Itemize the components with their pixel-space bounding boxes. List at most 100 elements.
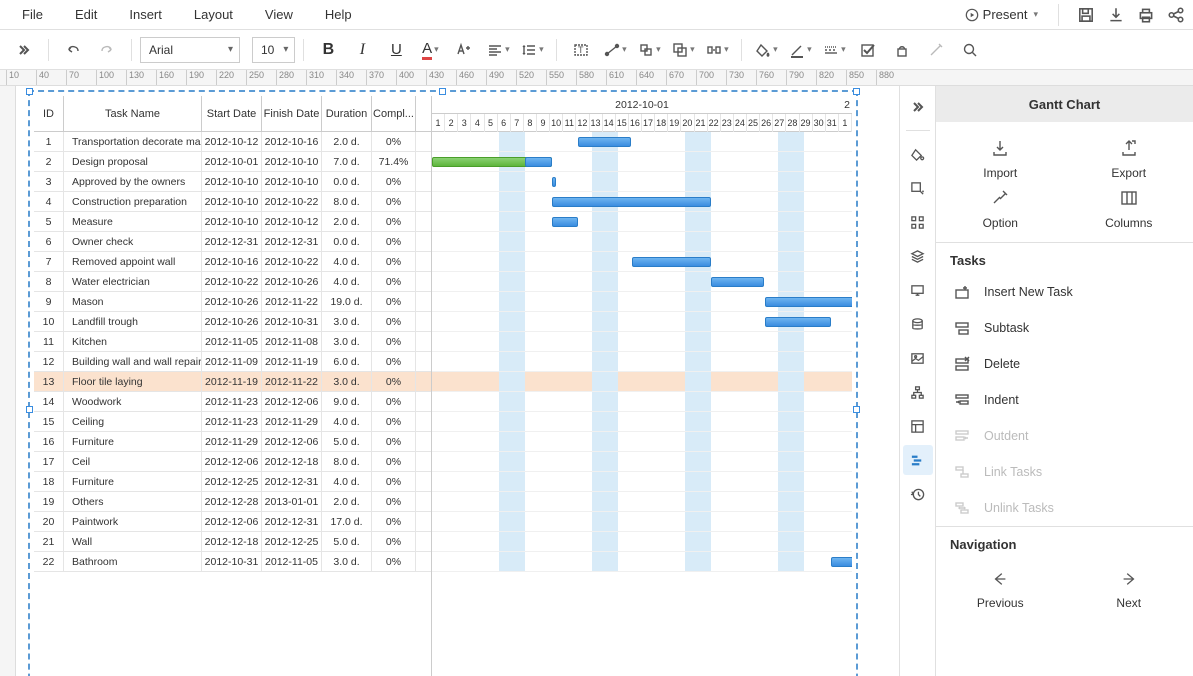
line-style-button[interactable]: ▾ <box>818 34 850 66</box>
timeline-month: 2012-10-01 2 <box>432 96 852 114</box>
apps-icon[interactable] <box>903 207 933 237</box>
subtask-button[interactable]: Subtask <box>936 310 1193 346</box>
table-row[interactable]: 15Ceiling2012-11-232012-11-294.0 d.0% <box>34 412 431 432</box>
link-tasks-button: Link Tasks <box>936 454 1193 490</box>
share-icon[interactable] <box>1167 6 1185 24</box>
connector-button[interactable]: ▾ <box>599 34 631 66</box>
import-button[interactable]: Import <box>936 138 1065 180</box>
shape-format-icon[interactable] <box>903 173 933 203</box>
expand-strip-icon[interactable] <box>903 92 933 122</box>
table-row[interactable]: 6Owner check2012-12-312012-12-310.0 d.0% <box>34 232 431 252</box>
table-row[interactable]: 4Construction preparation2012-10-102012-… <box>34 192 431 212</box>
table-row[interactable]: 12Building wall and wall repair2012-11-0… <box>34 352 431 372</box>
font-size-select[interactable]: 10 <box>252 37 295 63</box>
line-color-button[interactable]: ▾ <box>784 34 816 66</box>
table-row[interactable]: 17Ceil2012-12-062012-12-188.0 d.0% <box>34 452 431 472</box>
table-row[interactable]: 21Wall2012-12-182012-12-255.0 d.0% <box>34 532 431 552</box>
tools-button[interactable] <box>920 34 952 66</box>
menu-help[interactable]: Help <box>311 1 366 28</box>
text-case-button[interactable] <box>448 34 480 66</box>
table-row[interactable]: 20Paintwork2012-12-062012-12-3117.0 d.0% <box>34 512 431 532</box>
menu-bar: FileEditInsertLayoutViewHelp Present ▾ <box>0 0 1193 30</box>
gantt-bar[interactable] <box>765 317 832 327</box>
menu-left: FileEditInsertLayoutViewHelp <box>8 1 366 28</box>
line-spacing-button[interactable]: ▾ <box>516 34 548 66</box>
gantt-bar[interactable] <box>552 177 556 187</box>
database-icon[interactable] <box>903 309 933 339</box>
menu-edit[interactable]: Edit <box>61 1 111 28</box>
panel-title: Gantt Chart <box>936 86 1193 122</box>
gantt-bar[interactable] <box>552 217 579 227</box>
task-grid[interactable]: ID Task Name Start Date Finish Date Dura… <box>34 96 432 676</box>
gantt-bar[interactable] <box>711 277 764 287</box>
fill-palette-icon[interactable] <box>903 139 933 169</box>
table-row[interactable]: 13Floor tile laying2012-11-192012-11-223… <box>34 372 431 392</box>
side-strip <box>899 86 935 676</box>
nav-next-button[interactable]: Next <box>1065 570 1193 610</box>
gantt-bar[interactable] <box>831 557 852 567</box>
italic-button[interactable]: I <box>346 34 378 66</box>
indent-button[interactable]: Indent <box>936 382 1193 418</box>
checkbox-icon[interactable] <box>852 34 884 66</box>
gantt-bar[interactable] <box>552 197 712 207</box>
option-button[interactable]: Option <box>936 188 1065 230</box>
slideshow-icon[interactable] <box>903 275 933 305</box>
insert-task-button[interactable]: Insert New Task <box>936 274 1193 310</box>
print-icon[interactable] <box>1137 6 1155 24</box>
save-icon[interactable] <box>1077 6 1095 24</box>
gantt-bar[interactable] <box>765 297 853 307</box>
delete-task-button[interactable]: Delete <box>936 346 1193 382</box>
image-icon[interactable] <box>903 343 933 373</box>
bold-button[interactable]: B <box>312 34 344 66</box>
underline-button[interactable]: U <box>380 34 412 66</box>
table-row[interactable]: 11Kitchen2012-11-052012-11-083.0 d.0% <box>34 332 431 352</box>
menu-view[interactable]: View <box>251 1 307 28</box>
nav-section-title: Navigation <box>936 526 1193 558</box>
history-icon[interactable] <box>903 479 933 509</box>
table-row[interactable]: 5Measure2012-10-102012-10-122.0 d.0% <box>34 212 431 232</box>
gantt-bar[interactable] <box>578 137 631 147</box>
layers-icon[interactable] <box>903 241 933 271</box>
gantt-object[interactable]: ID Task Name Start Date Finish Date Dura… <box>28 90 858 676</box>
redo-button[interactable] <box>91 34 123 66</box>
table-row[interactable]: 9Mason2012-10-262012-11-2219.0 d.0% <box>34 292 431 312</box>
expand-toolbar-icon[interactable] <box>8 34 40 66</box>
align-button[interactable]: ▾ <box>482 34 514 66</box>
gantt-timeline[interactable]: 2012-10-01 2 123456789101112131415161718… <box>432 96 852 676</box>
layout-icon[interactable] <box>903 411 933 441</box>
download-icon[interactable] <box>1107 6 1125 24</box>
font-color-button[interactable]: A▾ <box>414 34 446 66</box>
font-family-select[interactable]: Arial <box>140 37 240 63</box>
gantt-bar[interactable] <box>632 257 712 267</box>
gantt-panel-icon[interactable] <box>903 445 933 475</box>
group-button[interactable]: ▾ <box>667 34 699 66</box>
table-row[interactable]: 2Design proposal2012-10-012012-10-107.0 … <box>34 152 431 172</box>
table-row[interactable]: 14Woodwork2012-11-232012-12-069.0 d.0% <box>34 392 431 412</box>
export-button[interactable]: Export <box>1065 138 1193 180</box>
menu-layout[interactable]: Layout <box>180 1 247 28</box>
lock-button[interactable] <box>886 34 918 66</box>
menu-insert[interactable]: Insert <box>115 1 176 28</box>
search-button[interactable] <box>954 34 986 66</box>
nav-previous-button[interactable]: Previous <box>936 570 1065 610</box>
fill-button[interactable]: ▾ <box>750 34 782 66</box>
table-row[interactable]: 18Furniture2012-12-252012-12-314.0 d.0% <box>34 472 431 492</box>
table-row[interactable]: 7Removed appoint wall2012-10-162012-10-2… <box>34 252 431 272</box>
table-row[interactable]: 10Landfill trough2012-10-262012-10-313.0… <box>34 312 431 332</box>
main-area: ID Task Name Start Date Finish Date Dura… <box>0 86 1193 676</box>
table-row[interactable]: 16Furniture2012-11-292012-12-065.0 d.0% <box>34 432 431 452</box>
distribute-button[interactable]: ▾ <box>701 34 733 66</box>
table-row[interactable]: 3Approved by the owners2012-10-102012-10… <box>34 172 431 192</box>
canvas[interactable]: ID Task Name Start Date Finish Date Dura… <box>0 86 899 676</box>
columns-button[interactable]: Columns <box>1065 188 1193 230</box>
shape-align-button[interactable]: ▾ <box>633 34 665 66</box>
present-button[interactable]: Present ▾ <box>963 3 1040 26</box>
table-row[interactable]: 1Transportation decorate ma...2012-10-12… <box>34 132 431 152</box>
hierarchy-icon[interactable] <box>903 377 933 407</box>
table-row[interactable]: 19Others2012-12-282013-01-012.0 d.0% <box>34 492 431 512</box>
table-row[interactable]: 22Bathroom2012-10-312012-11-053.0 d.0% <box>34 552 431 572</box>
undo-button[interactable] <box>57 34 89 66</box>
text-box-button[interactable]: T <box>565 34 597 66</box>
menu-file[interactable]: File <box>8 1 57 28</box>
table-row[interactable]: 8Water electrician2012-10-222012-10-264.… <box>34 272 431 292</box>
